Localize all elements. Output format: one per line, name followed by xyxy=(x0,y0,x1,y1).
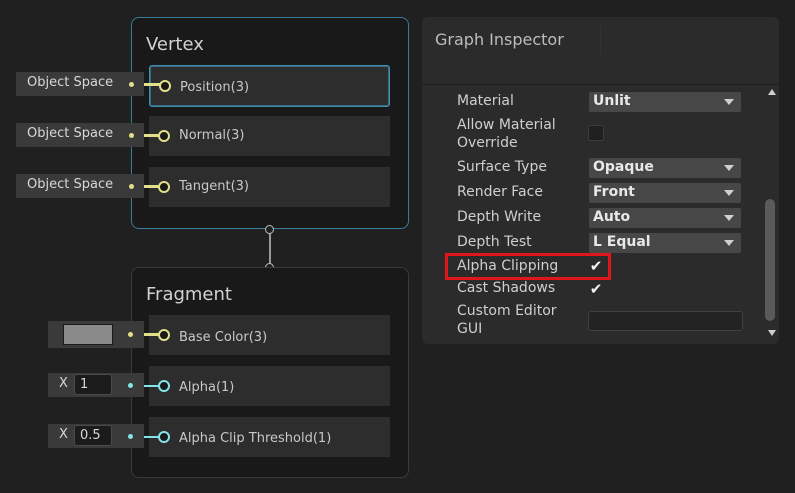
material-value: Unlit xyxy=(593,93,631,109)
tangent-label: Tangent(3) xyxy=(179,179,249,194)
position-wire xyxy=(144,83,160,86)
base-color-dot xyxy=(128,332,133,337)
custom-gui-label-2: GUI xyxy=(457,321,483,337)
alpha-input[interactable]: X 1 xyxy=(48,373,144,397)
material-dropdown[interactable]: Unlit xyxy=(589,92,741,112)
depth-write-value: Auto xyxy=(593,209,631,225)
vertex-title: Vertex xyxy=(146,34,204,55)
tangent-space-input[interactable]: Object Space xyxy=(16,174,144,198)
base-color-swatch[interactable] xyxy=(63,324,113,345)
depth-write-chevron-down-icon xyxy=(724,215,734,221)
alpha-label: Alpha(1) xyxy=(179,380,235,395)
scroll-up-arrow-icon[interactable] xyxy=(768,89,776,95)
normal-wire xyxy=(144,134,160,137)
position-slot[interactable]: Position(3) xyxy=(149,65,390,107)
tangent-space-text: Object Space xyxy=(27,177,114,192)
tangent-space-dot xyxy=(129,184,134,189)
alpha-clip-label: Alpha Clip Threshold(1) xyxy=(179,431,332,446)
normal-space-text: Object Space xyxy=(27,126,114,141)
alpha-clip-wire xyxy=(144,436,160,438)
position-space-dot xyxy=(129,82,134,87)
alpha-wire xyxy=(144,385,160,387)
material-chevron-down-icon xyxy=(724,99,734,105)
alpha-clip-value-field[interactable]: 0.5 xyxy=(74,425,112,446)
block-connector xyxy=(269,229,271,267)
render-face-value: Front xyxy=(593,184,635,200)
base-color-input[interactable] xyxy=(48,321,144,348)
position-label: Position(3) xyxy=(180,80,250,95)
depth-test-chevron-down-icon xyxy=(724,240,734,246)
render-face-dropdown[interactable]: Front xyxy=(589,183,741,203)
inspector-title: Graph Inspector xyxy=(435,30,564,49)
depth-write-label: Depth Write xyxy=(457,209,542,225)
custom-gui-label-1: Custom Editor xyxy=(457,303,557,319)
surface-type-value: Opaque xyxy=(593,159,654,175)
vertex-out-connector[interactable] xyxy=(265,225,274,234)
allow-override-label-1: Allow Material xyxy=(457,117,556,133)
alpha-clip-axis-label: X xyxy=(59,427,68,442)
cast-shadows-checkbox[interactable]: ✔ xyxy=(588,281,604,297)
fragment-title: Fragment xyxy=(146,284,232,305)
position-space-text: Object Space xyxy=(27,75,114,90)
alpha-clip-dot xyxy=(128,434,133,439)
scroll-down-arrow-icon[interactable] xyxy=(768,330,776,336)
normal-space-dot xyxy=(129,133,134,138)
inspector-header: Graph Inspector xyxy=(422,17,779,83)
depth-write-dropdown[interactable]: Auto xyxy=(589,208,741,228)
render-face-label: Render Face xyxy=(457,184,543,200)
custom-gui-field[interactable] xyxy=(588,311,743,331)
alpha-clip-value: 0.5 xyxy=(80,428,101,443)
inspector-divider xyxy=(422,84,779,85)
cast-shadows-label: Cast Shadows xyxy=(457,280,556,296)
alpha-axis-label: X xyxy=(59,376,68,391)
allow-override-label-2: Override xyxy=(457,135,518,151)
render-face-chevron-down-icon xyxy=(724,190,734,196)
alpha-clipping-highlight xyxy=(445,253,611,280)
alpha-clip-slot[interactable]: Alpha Clip Threshold(1) xyxy=(149,417,390,457)
alpha-slot[interactable]: Alpha(1) xyxy=(149,366,390,406)
normal-slot[interactable]: Normal(3) xyxy=(149,116,390,156)
alpha-value-field[interactable]: 1 xyxy=(74,374,112,395)
tangent-wire xyxy=(144,185,160,188)
surface-type-chevron-down-icon xyxy=(724,165,734,171)
alpha-value: 1 xyxy=(80,377,89,392)
tangent-slot[interactable]: Tangent(3) xyxy=(149,167,390,207)
alpha-dot xyxy=(128,383,133,388)
base-color-wire xyxy=(144,333,160,336)
normal-label: Normal(3) xyxy=(179,128,245,143)
depth-test-dropdown[interactable]: L Equal xyxy=(589,233,741,253)
base-color-label: Base Color(3) xyxy=(179,330,268,345)
normal-space-input[interactable]: Object Space xyxy=(16,123,144,147)
surface-type-dropdown[interactable]: Opaque xyxy=(589,158,741,178)
position-space-input[interactable]: Object Space xyxy=(16,72,144,96)
base-color-slot[interactable]: Base Color(3) xyxy=(149,315,390,355)
graph-inspector: Graph Inspector Material Unlit Allow Mat… xyxy=(422,17,779,344)
surface-type-label: Surface Type xyxy=(457,159,547,175)
alpha-clip-input[interactable]: X 0.5 xyxy=(48,424,144,448)
depth-test-label: Depth Test xyxy=(457,234,532,250)
depth-test-value: L Equal xyxy=(593,234,651,250)
material-label: Material xyxy=(457,93,514,109)
allow-override-checkbox[interactable] xyxy=(588,125,604,141)
inspector-tab-separator xyxy=(600,25,601,55)
position-port[interactable] xyxy=(159,80,171,92)
inspector-scrollbar-thumb[interactable] xyxy=(765,199,775,321)
